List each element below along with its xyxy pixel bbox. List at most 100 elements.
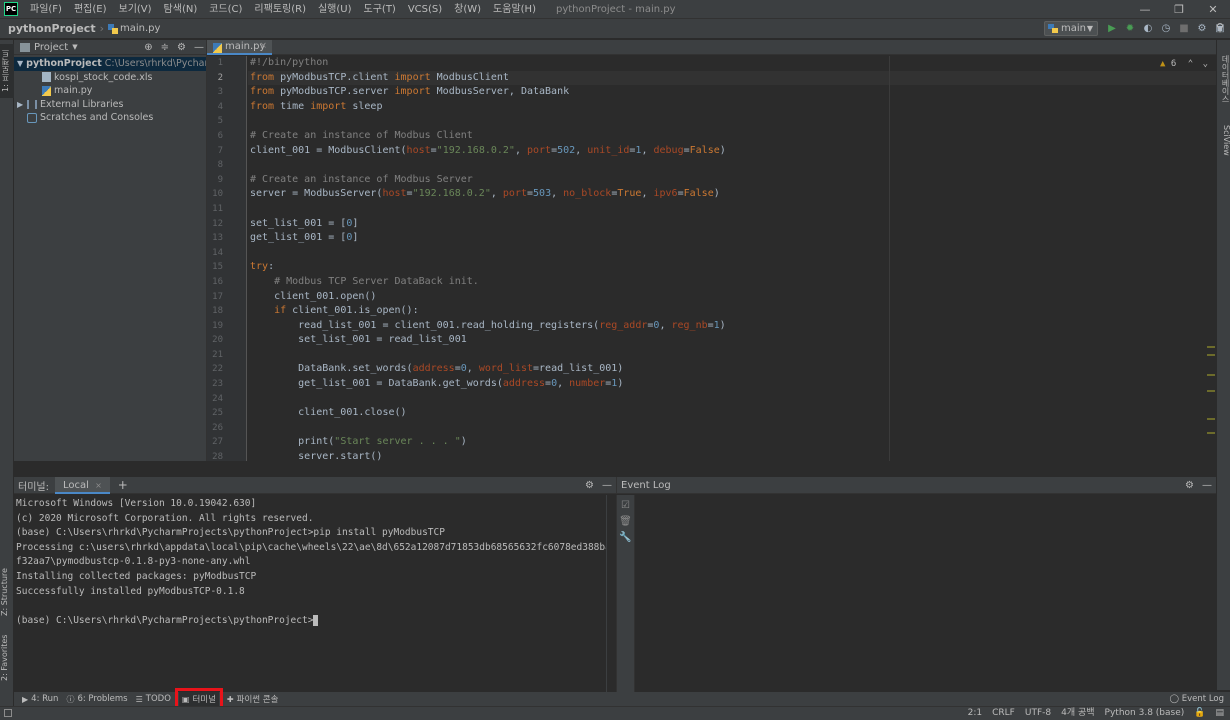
close-window-button[interactable]: ✕ — [1196, 0, 1230, 19]
breadcrumb-file[interactable]: main.py — [120, 23, 160, 34]
close-tab-icon[interactable]: × — [259, 40, 267, 53]
error-stripe-mark[interactable] — [1207, 346, 1215, 348]
python-console-tool-button[interactable]: ✚ 파이썬 콘솔 — [227, 692, 279, 706]
run-icon[interactable]: ▶ — [1105, 21, 1119, 35]
menu-run[interactable]: 실행(U) — [312, 0, 358, 19]
code-line: client_001.close() — [250, 407, 407, 419]
terminal-icon: ▣ — [181, 694, 190, 704]
previous-highlight-icon[interactable]: ⌃ — [1188, 59, 1193, 69]
wrench-icon[interactable]: 🔧 — [617, 532, 634, 543]
coverage-icon[interactable]: ◐ — [1141, 21, 1155, 35]
gear-icon[interactable]: ⚙ — [177, 40, 186, 55]
expand-arrow-icon[interactable]: ▼ — [17, 59, 23, 68]
project-tool-window: Project ▼ ⊕ ≑ ⚙ — ▼ pythonProject C:\Use… — [14, 40, 207, 477]
code-line: from pyModbusTCP.client import ModbusCli… — [248, 70, 1216, 86]
tree-item-external-libraries[interactable]: ▶ External Libraries — [14, 98, 206, 112]
menu-code[interactable]: 코드(C) — [203, 0, 248, 19]
settings-icon[interactable]: ⚙ — [1195, 21, 1209, 35]
mark-all-read-icon[interactable]: ☑ — [617, 500, 634, 511]
editor-tab-bar: main.py × — [207, 40, 1216, 55]
tab-local[interactable]: Local × — [54, 476, 110, 494]
debug-icon[interactable]: ✹ — [1123, 21, 1137, 35]
right-margin-guide — [889, 56, 890, 461]
menu-vcs[interactable]: VCS(S) — [402, 0, 448, 19]
terminal-scrollbar[interactable] — [606, 495, 616, 692]
inspection-widget[interactable]: ▲ 6 ⌃ ⌄ — [1160, 59, 1208, 69]
run-configuration-select[interactable]: main ▼ — [1044, 21, 1098, 36]
python-file-icon — [213, 43, 222, 53]
minimize-button[interactable]: — — [1128, 0, 1162, 19]
code-editor[interactable]: ▲ 6 ⌃ ⌄ #!/bin/python from pyModbusTCP.c… — [248, 56, 1216, 461]
menu-view[interactable]: 보기(V) — [113, 0, 158, 19]
new-terminal-icon[interactable]: + — [118, 478, 128, 492]
python-interpreter[interactable]: Python 3.8 (base) — [1105, 707, 1185, 720]
tree-item-project-root[interactable]: ▼ pythonProject C:\Users\rhrkd\PycharmPr… — [14, 57, 206, 71]
favorites-tool-tab[interactable]: 2: Favorites — [0, 630, 14, 685]
terminal-tool-button[interactable]: ▣ 터미널 — [174, 688, 223, 710]
indent-setting[interactable]: 4개 공백 — [1061, 707, 1094, 720]
event-log-tool-button[interactable]: ◯ Event Log — [1170, 692, 1224, 706]
tree-item-label: main.py — [54, 85, 93, 97]
menu-file[interactable]: 파일(F) — [24, 0, 68, 19]
collapse-arrow-icon[interactable]: ▶ — [17, 100, 27, 109]
caret-position[interactable]: 2:1 — [968, 707, 982, 720]
profile-icon[interactable]: ◷ — [1159, 21, 1173, 35]
notifications-icon[interactable]: ▤ — [1215, 707, 1224, 720]
chevron-down-icon[interactable]: ▼ — [72, 43, 77, 51]
error-stripe-mark[interactable] — [1207, 374, 1215, 376]
line-number: 27 — [212, 437, 223, 448]
hide-icon[interactable]: — — [1202, 477, 1212, 494]
tab-main-py[interactable]: main.py × — [207, 40, 272, 55]
python-icon — [1048, 24, 1058, 33]
collapse-all-icon[interactable]: ≑ — [161, 40, 169, 55]
pycharm-logo-icon: PC — [4, 2, 18, 16]
structure-tool-tab[interactable]: Z: Structure — [0, 565, 14, 620]
line-separator[interactable]: CRLF — [992, 707, 1015, 720]
restore-button[interactable]: ❐ — [1162, 0, 1196, 19]
todo-tool-button[interactable]: ☰ TODO — [136, 692, 171, 706]
menu-refactor[interactable]: 리팩토링(R) — [248, 0, 312, 19]
hide-icon[interactable]: — — [194, 40, 204, 55]
problems-tool-button[interactable]: ⓘ 6: Problems — [66, 692, 127, 706]
menu-navigate[interactable]: 탐색(N) — [158, 0, 204, 19]
file-encoding[interactable]: UTF-8 — [1025, 707, 1051, 720]
sciview-tool-tab[interactable]: SciView — [1218, 120, 1230, 160]
tree-item-kospi-xls[interactable]: kospi_stock_code.xls — [14, 71, 206, 85]
menu-tools[interactable]: 도구(T) — [358, 0, 402, 19]
horizontal-splitter[interactable] — [14, 461, 1216, 477]
terminal-header-tools: ⚙ — — [585, 477, 612, 494]
error-stripe-mark[interactable] — [1207, 354, 1215, 356]
error-stripe-mark[interactable] — [1207, 432, 1215, 434]
event-log-body[interactable] — [634, 495, 1216, 692]
error-stripe-mark[interactable] — [1207, 390, 1215, 392]
line-number: 10 — [212, 189, 223, 200]
breadcrumb-project[interactable]: pythonProject — [8, 22, 96, 35]
menu-window[interactable]: 창(W) — [448, 0, 487, 19]
hide-icon[interactable]: — — [602, 477, 612, 494]
search-icon[interactable]: ⚲ — [1216, 21, 1224, 34]
gear-icon[interactable]: ⚙ — [585, 477, 594, 494]
project-panel-title[interactable]: Project — [34, 42, 68, 53]
stop-icon[interactable]: ■ — [1177, 21, 1191, 35]
next-highlight-icon[interactable]: ⌄ — [1203, 59, 1208, 69]
gear-icon[interactable]: ⚙ — [1185, 477, 1194, 494]
tree-item-scratches[interactable]: Scratches and Consoles — [14, 111, 206, 125]
tab-label: Local — [62, 479, 89, 491]
error-stripe-mark[interactable] — [1207, 418, 1215, 420]
project-view-icon — [20, 42, 30, 52]
database-tool-tab[interactable]: 데이터베이스 — [1218, 50, 1230, 108]
tree-item-label: kospi_stock_code.xls — [54, 71, 153, 83]
tree-item-main-py[interactable]: main.py — [14, 84, 206, 98]
line-number: 19 — [212, 320, 223, 331]
lock-icon[interactable]: 🔓 — [1194, 707, 1205, 720]
terminal-output[interactable]: Microsoft Windows [Version 10.0.19042.63… — [14, 495, 606, 692]
run-tool-button[interactable]: ▶ 4: Run — [22, 692, 58, 706]
tool-windows-toggle-icon[interactable] — [4, 709, 12, 717]
close-tab-icon[interactable]: × — [95, 481, 102, 490]
menu-edit[interactable]: 편집(E) — [68, 0, 113, 19]
trash-icon[interactable]: 🗑 — [617, 516, 634, 527]
menu-help[interactable]: 도움말(H) — [487, 0, 542, 19]
project-tool-tab[interactable]: 1: 프로젝트 — [0, 44, 14, 98]
locate-icon[interactable]: ⊕ — [144, 40, 152, 55]
